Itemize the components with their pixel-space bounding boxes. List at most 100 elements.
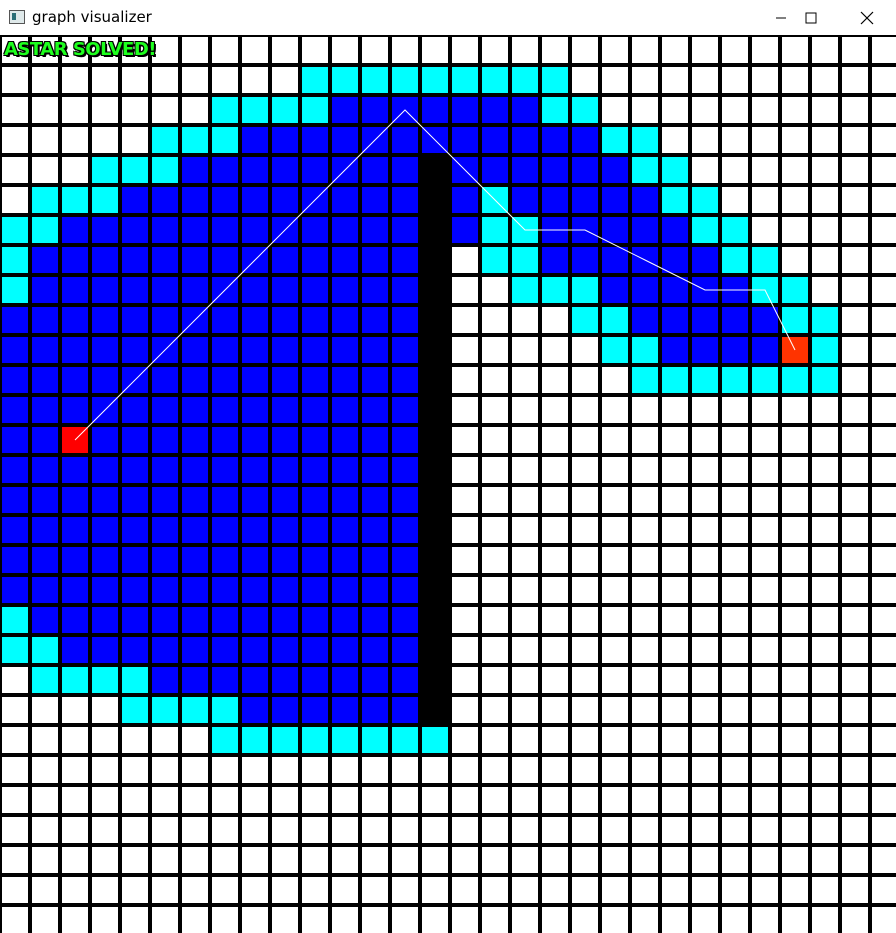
grid-cell[interactable] xyxy=(842,367,868,393)
visited-cell[interactable] xyxy=(392,427,418,453)
visited-cell[interactable] xyxy=(92,367,118,393)
grid-cell[interactable] xyxy=(752,457,778,483)
grid-cell[interactable] xyxy=(632,457,658,483)
frontier-cell[interactable] xyxy=(512,247,538,273)
grid-cell[interactable] xyxy=(62,127,88,153)
grid-cell[interactable] xyxy=(422,877,448,903)
grid-cell[interactable] xyxy=(512,757,538,783)
grid-cell[interactable] xyxy=(482,607,508,633)
grid-cell[interactable] xyxy=(512,877,538,903)
grid-cell[interactable] xyxy=(602,757,628,783)
grid-cell[interactable] xyxy=(872,37,896,63)
grid-cell[interactable] xyxy=(272,67,298,93)
frontier-cell[interactable] xyxy=(542,97,568,123)
grid-cell[interactable] xyxy=(632,487,658,513)
visited-cell[interactable] xyxy=(242,337,268,363)
visited-cell[interactable] xyxy=(392,337,418,363)
visited-cell[interactable] xyxy=(332,97,358,123)
grid-cell[interactable] xyxy=(452,247,478,273)
grid-cell[interactable] xyxy=(872,187,896,213)
grid-cell[interactable] xyxy=(632,97,658,123)
visited-cell[interactable] xyxy=(392,247,418,273)
grid-cell[interactable] xyxy=(782,127,808,153)
grid-cell[interactable] xyxy=(152,757,178,783)
grid-cell[interactable] xyxy=(2,187,28,213)
visited-cell[interactable] xyxy=(62,637,88,663)
grid-cell[interactable] xyxy=(572,577,598,603)
visited-cell[interactable] xyxy=(362,427,388,453)
grid-cell[interactable] xyxy=(452,457,478,483)
grid-cell[interactable] xyxy=(482,307,508,333)
grid-cell[interactable] xyxy=(542,847,568,873)
grid-cell[interactable] xyxy=(662,67,688,93)
grid-cell[interactable] xyxy=(2,157,28,183)
grid-cell[interactable] xyxy=(602,37,628,63)
grid-cell[interactable] xyxy=(662,787,688,813)
grid-cell[interactable] xyxy=(452,487,478,513)
grid-cell[interactable] xyxy=(692,847,718,873)
grid-cell[interactable] xyxy=(2,127,28,153)
grid-cell[interactable] xyxy=(242,817,268,843)
visited-cell[interactable] xyxy=(302,517,328,543)
visited-cell[interactable] xyxy=(302,217,328,243)
grid-cell[interactable] xyxy=(632,67,658,93)
grid-cell[interactable] xyxy=(722,757,748,783)
grid-cell[interactable] xyxy=(182,757,208,783)
visited-cell[interactable] xyxy=(122,607,148,633)
visited-cell[interactable] xyxy=(362,247,388,273)
grid-cell[interactable] xyxy=(782,97,808,123)
grid-cell[interactable] xyxy=(422,847,448,873)
grid-cell[interactable] xyxy=(782,157,808,183)
grid-cell[interactable] xyxy=(752,637,778,663)
grid-cell[interactable] xyxy=(752,127,778,153)
visited-cell[interactable] xyxy=(182,637,208,663)
grid-cell[interactable] xyxy=(782,907,808,933)
grid-cell[interactable] xyxy=(602,517,628,543)
grid-cell[interactable] xyxy=(572,787,598,813)
grid-cell[interactable] xyxy=(272,37,298,63)
frontier-cell[interactable] xyxy=(692,217,718,243)
visited-cell[interactable] xyxy=(332,127,358,153)
visited-cell[interactable] xyxy=(602,187,628,213)
close-button[interactable] xyxy=(838,0,896,35)
visited-cell[interactable] xyxy=(2,307,28,333)
frontier-cell[interactable] xyxy=(272,97,298,123)
visited-cell[interactable] xyxy=(302,307,328,333)
visited-cell[interactable] xyxy=(332,337,358,363)
grid-cell[interactable] xyxy=(62,97,88,123)
visited-cell[interactable] xyxy=(272,427,298,453)
visited-cell[interactable] xyxy=(32,547,58,573)
grid-cell[interactable] xyxy=(872,517,896,543)
grid-cell[interactable] xyxy=(152,97,178,123)
visited-cell[interactable] xyxy=(212,397,238,423)
grid-cell[interactable] xyxy=(722,727,748,753)
grid-cell[interactable] xyxy=(32,787,58,813)
frontier-cell[interactable] xyxy=(92,667,118,693)
visited-cell[interactable] xyxy=(242,367,268,393)
grid-cell[interactable] xyxy=(722,667,748,693)
visited-cell[interactable] xyxy=(272,487,298,513)
visited-cell[interactable] xyxy=(212,607,238,633)
frontier-cell[interactable] xyxy=(272,727,298,753)
visited-cell[interactable] xyxy=(62,547,88,573)
grid-cell[interactable] xyxy=(242,67,268,93)
grid-cell[interactable] xyxy=(812,157,838,183)
grid-cell[interactable] xyxy=(542,547,568,573)
grid-cell[interactable] xyxy=(812,457,838,483)
visited-cell[interactable] xyxy=(62,307,88,333)
frontier-cell[interactable] xyxy=(32,187,58,213)
grid-cell[interactable] xyxy=(482,547,508,573)
grid-cell[interactable] xyxy=(812,667,838,693)
visited-cell[interactable] xyxy=(92,577,118,603)
grid-cell[interactable] xyxy=(32,157,58,183)
grid-cell[interactable] xyxy=(602,637,628,663)
grid-cell[interactable] xyxy=(212,847,238,873)
grid-cell[interactable] xyxy=(332,907,358,933)
frontier-cell[interactable] xyxy=(392,67,418,93)
grid-cell[interactable] xyxy=(872,637,896,663)
grid-cell[interactable] xyxy=(842,397,868,423)
grid-cell[interactable] xyxy=(482,907,508,933)
grid-cell[interactable] xyxy=(602,427,628,453)
grid-cell[interactable] xyxy=(752,517,778,543)
grid-cell[interactable] xyxy=(482,367,508,393)
